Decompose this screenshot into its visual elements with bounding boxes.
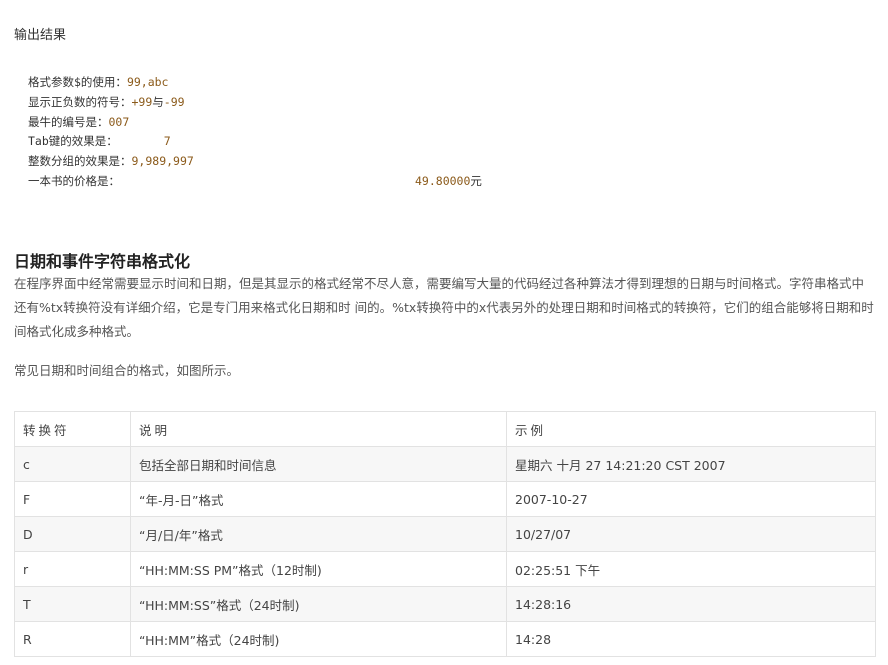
code-value: 9,989,997 (131, 154, 194, 169)
cell-description: “HH:MM:SS”格式（24时制) (130, 586, 507, 622)
code-output-block: 格式参数$的使用：99,abc 显示正负数的符号：+99与-99 最牛的编号是：… (28, 73, 628, 192)
table-caption: 常见日期和时间组合的格式，如图所示。 (14, 363, 240, 378)
cell-example: 14:28 (506, 621, 876, 657)
table-row: r “HH:MM:SS PM”格式（12时制) 02:25:51 下午 (14, 551, 876, 587)
cell-converter: D (14, 516, 131, 552)
code-suffix: 元 (470, 173, 482, 188)
code-label: 最牛的编号是： (28, 114, 109, 129)
section-heading: 日期和事件字符串格式化 (14, 252, 191, 271)
intro-paragraph: 在程序界面中经常需要显示时间和日期，但是其显示的格式经常不尽人意，需要编写大量的… (14, 276, 874, 339)
cell-description: “HH:MM:SS PM”格式（12时制) (130, 551, 507, 587)
cell-converter: T (14, 586, 131, 622)
code-value: 99,abc (126, 75, 169, 89)
code-line-format-param: 格式参数$的使用：99,abc (28, 73, 628, 93)
cell-example: 星期六 十月 27 14:21:20 CST 2007 (506, 446, 876, 482)
cell-description: “HH:MM”格式（24时制) (130, 621, 507, 657)
code-label: 格式参数$的使用： (28, 75, 127, 89)
table-row: T “HH:MM:SS”格式（24时制) 14:28:16 (14, 586, 876, 622)
code-value: 49.80000 (415, 173, 471, 188)
code-value: 007 (108, 114, 130, 129)
code-line-grouping: 整数分组的效果是：9,989,997 (28, 152, 628, 172)
cell-example: 02:25:51 下午 (506, 551, 876, 587)
cell-example: 14:28:16 (506, 586, 876, 622)
cell-description: “年-月-日”格式 (130, 481, 507, 517)
cell-converter: R (14, 621, 131, 657)
cell-description: 包括全部日期和时间信息 (130, 446, 507, 482)
cell-converter: c (14, 446, 131, 482)
code-label: 一本书的价格是： (28, 173, 120, 188)
code-line-number: 最牛的编号是：007 (28, 113, 628, 133)
table-header-row: 转换符 说明 示例 (14, 411, 876, 447)
output-label: 输出结果 (14, 28, 67, 43)
table-row: R “HH:MM”格式（24时制) 14:28 (14, 621, 876, 657)
code-line-price: 一本书的价格是： 49.80000元 (28, 172, 628, 192)
code-line-tab: Tab键的效果是： 7 (28, 132, 628, 152)
code-label: Tab键的效果是： (28, 134, 118, 149)
header-example: 示例 (506, 411, 876, 447)
format-table: 转换符 说明 示例 c 包括全部日期和时间信息 星期六 十月 27 14:21:… (14, 411, 876, 657)
code-label: 显示正负数的符号： (28, 94, 132, 109)
cell-example: 2007-10-27 (506, 481, 876, 517)
header-converter: 转换符 (14, 411, 131, 447)
cell-converter: r (14, 551, 131, 587)
code-line-sign: 显示正负数的符号：+99与-99 (28, 93, 628, 113)
cell-converter: F (14, 481, 131, 517)
table-row: F “年-月-日”格式 2007-10-27 (14, 481, 876, 517)
code-conjunction: 与 (152, 94, 164, 109)
header-description: 说明 (130, 411, 507, 447)
code-value-2: -99 (163, 94, 185, 109)
code-label: 整数分组的效果是： (28, 154, 132, 169)
code-value: 7 (163, 134, 171, 149)
cell-example: 10/27/07 (506, 516, 876, 552)
table-row: D “月/日/年”格式 10/27/07 (14, 516, 876, 552)
table-row: c 包括全部日期和时间信息 星期六 十月 27 14:21:20 CST 200… (14, 446, 876, 482)
code-value: +99 (131, 94, 153, 109)
cell-description: “月/日/年”格式 (130, 516, 507, 552)
